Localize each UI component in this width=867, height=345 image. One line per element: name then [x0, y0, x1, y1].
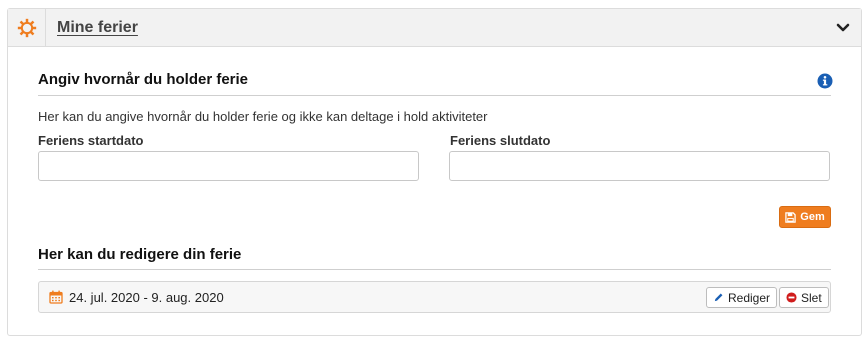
edit-divider	[38, 269, 831, 270]
save-icon	[785, 211, 796, 223]
minus-circle-icon	[786, 292, 797, 303]
start-date-label: Feriens startdato	[38, 133, 144, 148]
calendar-icon	[49, 290, 63, 304]
delete-vacation-button[interactable]: Slet	[779, 287, 829, 308]
info-icon[interactable]	[817, 73, 833, 89]
form-section-title: Angiv hvornår du holder ferie	[38, 71, 249, 88]
save-button[interactable]: Gem	[779, 206, 831, 228]
edit-section-title: Her kan du redigere din ferie	[38, 246, 242, 263]
end-date-label: Feriens slutdato	[450, 133, 551, 148]
end-date-input[interactable]	[449, 151, 830, 181]
save-button-label: Gem	[800, 211, 825, 223]
gear-icon	[17, 18, 36, 38]
chevron-down-icon[interactable]	[835, 21, 851, 35]
panel-title[interactable]: Mine ferier	[57, 19, 138, 37]
form-description: Her kan du angive hvornår du holder feri…	[38, 109, 488, 124]
pencil-icon	[714, 293, 723, 302]
vacation-dates: 24. jul. 2020 - 9. aug. 2020	[69, 290, 224, 305]
header-icon-box	[8, 9, 46, 47]
form-divider	[38, 95, 831, 96]
edit-vacation-label: Rediger	[728, 290, 771, 305]
vacation-list-item: 24. jul. 2020 - 9. aug. 2020 Rediger Sle…	[38, 281, 831, 313]
edit-vacation-button[interactable]: Rediger	[706, 287, 778, 308]
start-date-input[interactable]	[38, 151, 419, 181]
panel-header[interactable]: Mine ferier	[8, 9, 861, 47]
delete-vacation-label: Slet	[801, 290, 822, 305]
vacation-panel: Mine ferier Angiv hvornår du holder feri…	[7, 8, 862, 336]
